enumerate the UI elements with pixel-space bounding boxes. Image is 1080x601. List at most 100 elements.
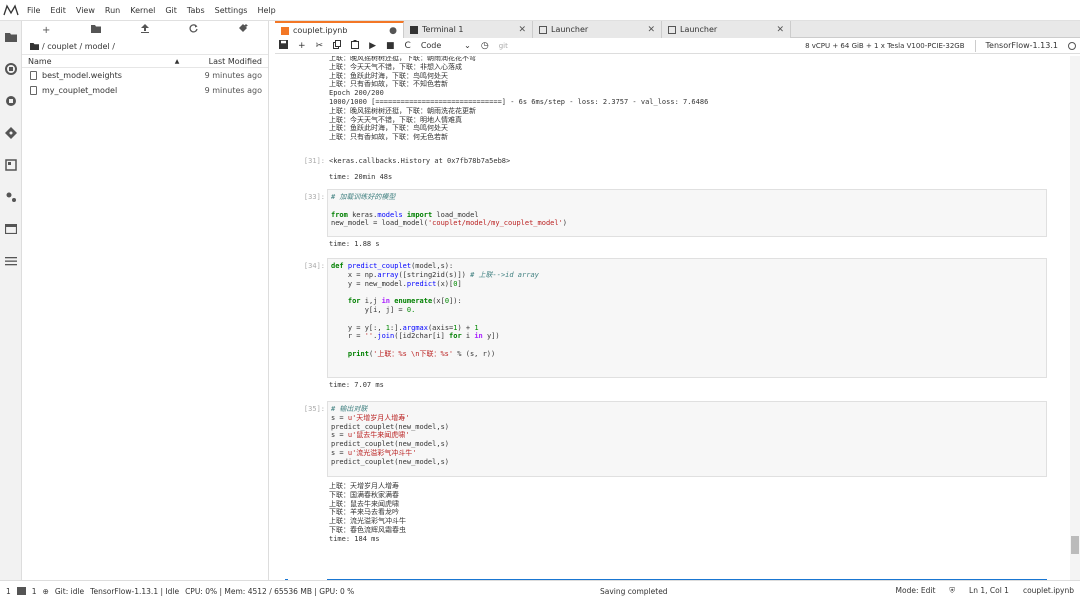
code-cell-35[interactable]: # 输出对联 s = u'天增岁月人增寿' predict_couplet(ne… (327, 401, 1047, 477)
clock-icon[interactable]: ◷ (481, 41, 489, 51)
launcher-icon (668, 25, 676, 34)
close-icon[interactable]: ✕ (647, 25, 655, 35)
code-line: s = u'天增岁月人增寿' (331, 413, 410, 422)
interrupt-icon[interactable]: ■ (386, 41, 395, 51)
terminal-icon[interactable] (16, 587, 26, 595)
kernel-status[interactable]: TensorFlow-1.13.1 | Idle (90, 587, 179, 596)
unsaved-dot-icon[interactable]: ● (389, 26, 397, 36)
menu-git[interactable]: Git (160, 0, 182, 21)
menu-edit[interactable]: Edit (45, 0, 71, 21)
sort-caret-icon[interactable]: ▲ (162, 58, 192, 65)
new-launcher-icon[interactable]: + (42, 25, 50, 36)
code-line: print('上联：%s \n下联：%s' % (s, r)) (347, 349, 496, 358)
close-icon[interactable]: ✕ (776, 25, 784, 35)
copy-icon[interactable] (333, 39, 342, 52)
commands-icon[interactable] (0, 149, 22, 181)
refresh-icon[interactable] (189, 24, 198, 36)
time-34: time: 7.07 ms (329, 381, 384, 389)
running-icon[interactable] (0, 53, 22, 85)
breadcrumb-path[interactable]: / couplet / model / (42, 42, 115, 51)
output-area-couplets: 上联：天增岁月人增寿 下联：国满春秋家满春 上联：鼠去牛来闻虎啸 下联：羊来马去看龙吟… (329, 482, 406, 535)
menu-settings[interactable]: Settings (210, 0, 253, 21)
code-line: new_model = load_model('couplet/model/my… (331, 219, 568, 228)
time-33: time: 1.88 s (329, 240, 380, 248)
edit-mode: Mode: Edit (895, 586, 936, 595)
toc-icon[interactable] (0, 245, 22, 277)
menu-file[interactable]: File (22, 0, 45, 21)
column-name[interactable]: Name (28, 57, 162, 66)
file-row[interactable]: best_model.weights 9 minutes ago (22, 68, 268, 83)
file-list-header: Name ▲ Last Modified (22, 54, 268, 68)
tabs-icon[interactable] (0, 213, 22, 245)
menu-tabs[interactable]: Tabs (182, 0, 210, 21)
globe-icon[interactable]: ⊕ (43, 587, 49, 596)
menu-kernel[interactable]: Kernel (125, 0, 160, 21)
menu-view[interactable]: View (71, 0, 100, 21)
tab-2[interactable]: Launcher ✕ (533, 21, 662, 38)
close-icon[interactable]: ✕ (518, 25, 526, 35)
notebook-scrollbar[interactable] (1070, 56, 1080, 580)
cursor-position[interactable]: Ln 1, Col 1 (969, 586, 1009, 596)
run-icon[interactable]: ▶ (369, 41, 376, 51)
stop-icon[interactable] (0, 85, 22, 117)
menu-help[interactable]: Help (252, 0, 280, 21)
column-last-modified[interactable]: Last Modified (192, 57, 262, 66)
paste-icon[interactable] (351, 39, 360, 52)
status-right: Mode: Edit ⛨ Ln 1, Col 1 couplet.ipynb (896, 586, 1074, 596)
file-name: best_model.weights (42, 71, 122, 80)
shield-icon[interactable]: ⛨ (949, 586, 955, 596)
output-line: 1000/1000 [=============================… (329, 97, 709, 106)
restart-icon[interactable]: C (405, 41, 411, 51)
kernel-name[interactable]: TensorFlow-1.13.1 (986, 41, 1058, 50)
file-name: my_couplet_model (42, 86, 118, 95)
upload-icon[interactable] (140, 24, 149, 36)
cell-type-select[interactable]: Code ⌄ (421, 41, 471, 50)
tab-label: Launcher (680, 25, 718, 34)
chevron-down-icon: ⌄ (464, 41, 471, 50)
resource-usage: CPU: 0% | Mem: 4512 / 65536 MB | GPU: 0 … (185, 586, 355, 596)
git-clone-icon[interactable] (238, 24, 248, 36)
code-line: y = new_model.predict(x)[0] (331, 279, 462, 288)
terminal-icon (410, 25, 418, 34)
output-line: 上联：鱼跃此时海，下联：鸟鸣何处天 (329, 124, 448, 133)
scroll-thumb[interactable] (1071, 536, 1079, 554)
time-35: time: 184 ms (329, 535, 380, 543)
file-row[interactable]: my_couplet_model 9 minutes ago (22, 83, 268, 98)
tab-label: Launcher (551, 25, 589, 34)
code-cell-34[interactable]: def predict_couplet(model,s): x = np.arr… (327, 258, 1047, 378)
code-cell-33[interactable]: # 加载训练好的模型 from keras.models import load… (327, 189, 1047, 237)
terminal-count: 1 (31, 586, 37, 596)
insert-cell-icon[interactable]: + (298, 41, 306, 51)
folder-icon[interactable] (0, 21, 22, 53)
output-line: 上联：晚风摇树树还挺，下联：朝雨洗花花更新 (329, 106, 476, 115)
git-icon[interactable] (0, 117, 22, 149)
file-icon (30, 71, 37, 80)
output-line: 上联：只有香如故，下联：何无色若新 (329, 133, 448, 142)
git-diff-icon[interactable]: git (499, 42, 508, 50)
tab-0[interactable]: couplet.ipynb ● (275, 21, 404, 38)
main-area: couplet.ipynb ● Terminal 1 ✕ Launcher ✕ Launch… (275, 21, 1080, 580)
simple-mode-count: 1 (6, 586, 11, 596)
output-line: 下联：国满春秋家满春 (329, 490, 399, 499)
status-bar: 1 1 ⊕ Git: idle TensorFlow-1.13.1 | Idle… (0, 580, 1080, 601)
cut-icon[interactable]: ✂ (316, 41, 324, 51)
save-icon[interactable] (279, 39, 288, 52)
toolbar-divider (974, 39, 976, 52)
tab-3[interactable]: Launcher ✕ (662, 21, 791, 38)
extensions-icon[interactable] (0, 181, 22, 213)
folder-crumb-icon[interactable] (30, 43, 39, 50)
code-line: predict_couplet(new_model,s) (331, 422, 450, 431)
tab-bar: couplet.ipynb ● Terminal 1 ✕ Launcher ✕ Launch… (275, 21, 1080, 38)
tab-1[interactable]: Terminal 1 ✕ (404, 21, 533, 38)
output-line: 上联：天增岁月人增寿 (329, 482, 399, 490)
menubar: File Edit View Run Kernel Git Tabs Settings Help (0, 0, 1080, 21)
output-line: Epoch 200/200 (329, 89, 384, 98)
code-line: predict_couplet(new_model,s) (331, 457, 450, 466)
tab-label: Terminal 1 (422, 25, 464, 34)
input-prompt-33: [33]: (303, 193, 325, 201)
hardware-info: 8 vCPU + 64 GiB + 1 x Tesla V100-PCIE-32… (805, 41, 965, 50)
menu-run[interactable]: Run (100, 0, 125, 21)
breadcrumb: / couplet / model / (22, 39, 268, 54)
new-folder-icon[interactable] (90, 24, 101, 36)
code-line: y[i, j] = 0. (331, 305, 416, 314)
